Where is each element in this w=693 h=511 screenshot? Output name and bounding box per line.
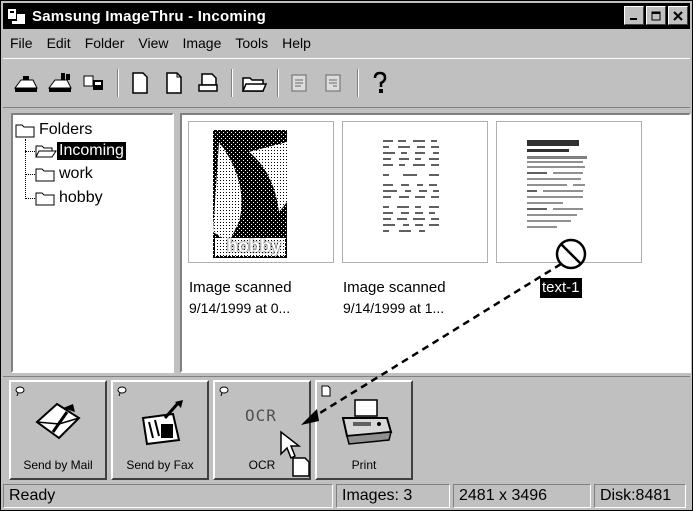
scanner-icon[interactable] [13,70,39,96]
open-folder-icon[interactable] [241,70,267,96]
tree-item-hobby[interactable]: hobby [35,189,105,207]
menu-edit[interactable]: Edit [40,35,78,51]
shortcut-label: Send by Fax [126,458,194,472]
tree-root-label: Folders [39,121,93,138]
open-folder-icon [35,145,57,158]
thumbnail-caption-1: Image scanned [189,279,292,296]
folder-tree: Folders Incoming work hobby [11,113,174,373]
print-doc-icon[interactable] [195,70,221,96]
next-page-icon[interactable] [321,70,347,96]
maximize-button[interactable] [646,6,666,25]
tree-item-label: work [59,165,93,182]
fax-icon [141,400,183,446]
status-text: Ready [3,484,333,508]
toolbar-separator [357,69,359,97]
toolbar [3,58,690,108]
app-icon[interactable] [6,6,28,26]
send-by-fax-button[interactable]: Send by Fax [111,380,209,480]
tree-item-label: Incoming [57,142,126,160]
ocr-glyph-text: OCR [245,406,277,425]
tree-connector [25,174,35,175]
status-disk: Disk:8481 [594,484,686,508]
shortcut-label: Send by Mail [23,458,93,472]
toolbar-separator [277,69,279,97]
title-bar[interactable]: Samsung ImageThru - Incoming [3,3,690,29]
thumbnail-caption-2: Image scanned [343,279,446,296]
menu-image[interactable]: Image [175,35,228,51]
menu-help[interactable]: Help [275,35,318,51]
mail-icon [35,402,81,440]
folder-icon [15,124,35,138]
drag-copy-cursor-icon [280,430,310,477]
help-icon[interactable] [367,70,393,96]
menu-view[interactable]: View [131,35,175,51]
menu-file[interactable]: File [3,35,40,51]
print-button[interactable]: Print [315,380,413,480]
menu-folder[interactable]: Folder [78,35,132,51]
tree-item-incoming[interactable]: Incoming [35,142,126,160]
toolbar-separator [117,69,119,97]
shortcut-marker-icon [218,385,230,397]
shortcut-marker-icon [320,385,332,397]
tree-connector [25,151,35,152]
folder-icon [35,168,55,182]
thumbnail-date-2: 9/14/1999 at 1... [343,300,445,316]
tree-item-label: hobby [59,189,103,206]
minimize-button[interactable] [624,6,644,25]
app-window: Samsung ImageThru - Incoming File Edit F… [0,0,693,511]
shortcut-bar: Send by Mail Send by Fax OCR OCR Print [3,376,690,482]
folder-icon [35,192,55,206]
menu-bar: File Edit Folder View Image Tools Help [3,31,690,55]
tree-root-folders[interactable]: Folders [15,121,94,139]
no-drop-cursor-icon [555,238,587,270]
prev-page-icon[interactable] [287,70,313,96]
copy-page-icon[interactable] [161,70,187,96]
document-preview [383,140,439,232]
shortcut-label: Print [351,458,377,472]
shortcut-marker-icon [116,385,128,397]
new-page-icon[interactable] [127,70,153,96]
pane-splitter[interactable] [175,113,179,373]
toolbar-separator [231,69,233,97]
close-button[interactable] [668,6,688,25]
photo-overlay-text: hobby [227,236,281,256]
thumbnail-view: hobby Image scanned 9/14/1999 at 0... Im… [180,113,691,373]
tree-connector [25,139,26,199]
shortcut-marker-icon [14,385,26,397]
thumbnail-image-1[interactable]: hobby [188,121,334,263]
status-dimensions: 2481 x 3496 [453,484,591,508]
tree-connector [25,198,35,199]
thumbnail-date-1: 9/14/1999 at 0... [189,300,291,316]
window-title: Samsung ImageThru - Incoming [32,7,266,25]
menu-tools[interactable]: Tools [228,35,275,51]
ocr-button[interactable]: OCR OCR [213,380,311,480]
thumbnail-image-2[interactable] [342,121,488,263]
acquire-icon[interactable] [81,70,107,96]
printer-icon [341,399,393,445]
tree-item-work[interactable]: work [35,165,95,183]
send-by-mail-button[interactable]: Send by Mail [9,380,107,480]
thumbnail-caption-3: text-1 [540,278,582,298]
scanner-multi-icon[interactable] [47,70,73,96]
status-bar: Ready Images: 3 2481 x 3496 Disk:8481 [3,484,690,510]
status-images-count: Images: 3 [336,484,450,508]
